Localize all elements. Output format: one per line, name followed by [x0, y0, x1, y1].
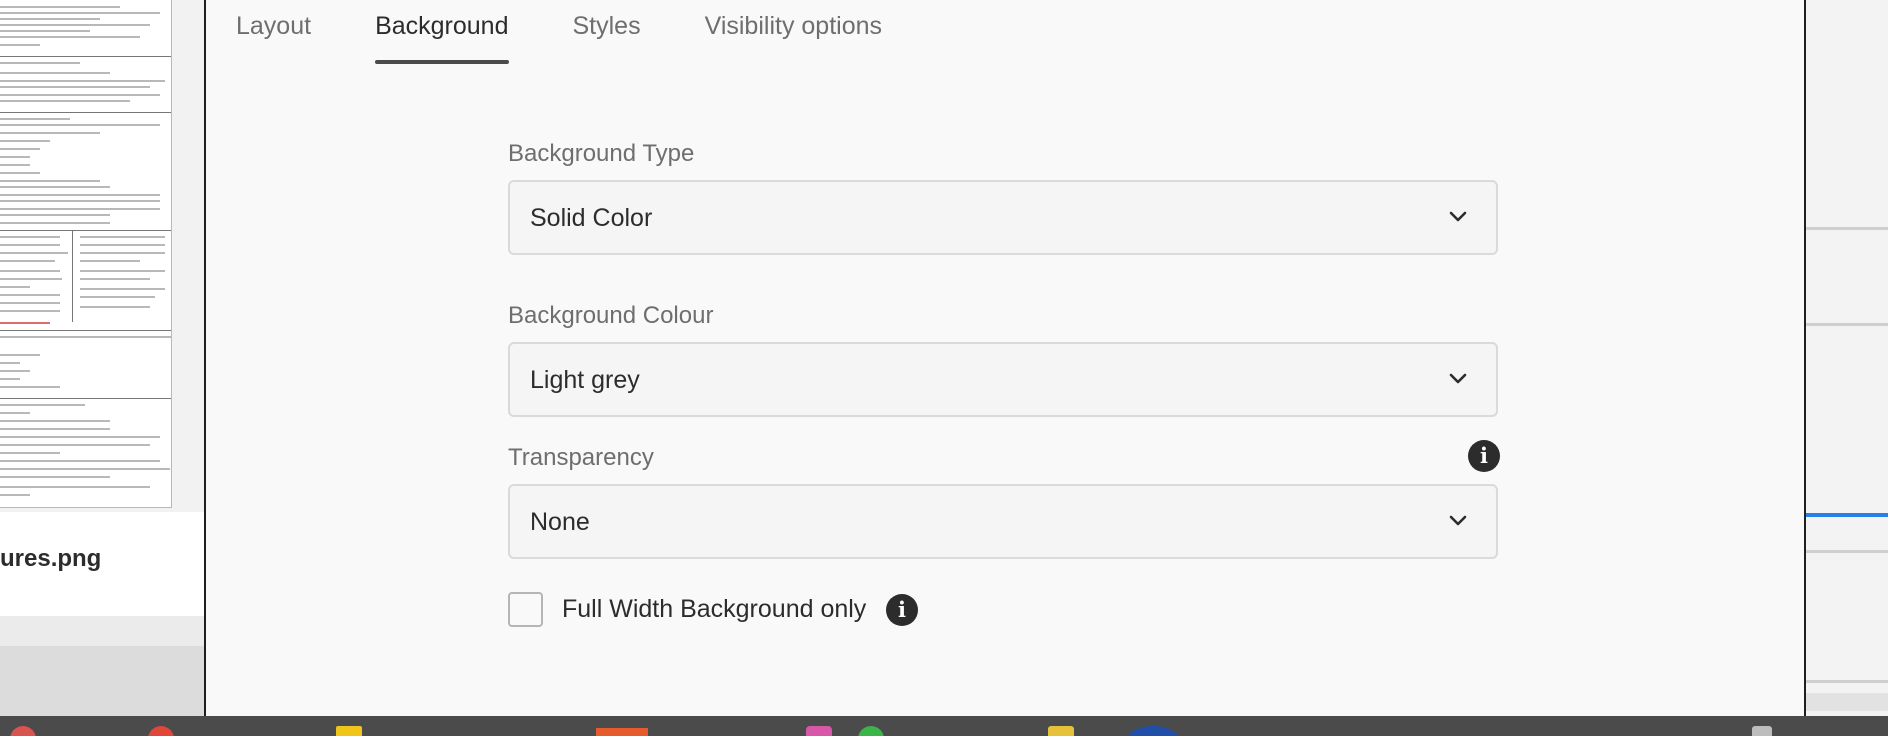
dock — [0, 716, 1888, 736]
tab-bar: Layout Background Styles Visibility opti… — [236, 0, 946, 66]
tab-visibility-options[interactable]: Visibility options — [705, 0, 882, 64]
dock-app-icon[interactable] — [806, 726, 832, 736]
dock-app-icon[interactable] — [148, 726, 174, 736]
tab-background[interactable]: Background — [375, 0, 509, 64]
chevron-down-icon — [1449, 211, 1467, 222]
divider — [1806, 323, 1888, 326]
scrollbar[interactable] — [1806, 693, 1888, 711]
chevron-down-icon — [1449, 373, 1467, 384]
background-colour-label: Background Colour — [508, 302, 714, 329]
dock-app-icon[interactable] — [1126, 726, 1180, 736]
full-width-background-label[interactable]: Full Width Background only — [562, 595, 866, 624]
background-type-select[interactable]: Solid Color — [508, 180, 1498, 255]
background-settings-dialog: Layout Background Styles Visibility opti… — [204, 0, 1806, 716]
divider — [1806, 550, 1888, 553]
dock-app-icon[interactable] — [1048, 726, 1074, 736]
dock-app-icon[interactable] — [858, 726, 884, 736]
tab-layout[interactable]: Layout — [236, 0, 311, 64]
transparency-value: None — [530, 508, 590, 536]
dock-app-icon[interactable] — [596, 728, 648, 736]
info-icon[interactable]: i — [1468, 440, 1500, 472]
background-document-panel: ures.png — [0, 0, 204, 716]
tab-styles[interactable]: Styles — [573, 0, 641, 64]
chevron-down-icon — [1449, 515, 1467, 526]
divider — [1806, 227, 1888, 230]
transparency-select[interactable]: None — [508, 484, 1498, 559]
info-icon[interactable]: i — [886, 594, 918, 626]
selection-indicator — [1806, 513, 1888, 517]
dock-app-icon[interactable] — [336, 726, 362, 736]
background-type-label: Background Type — [508, 140, 695, 167]
dock-app-icon[interactable] — [1752, 726, 1772, 736]
background-right-panel — [1806, 0, 1888, 716]
transparency-label: Transparency — [508, 444, 654, 471]
background-colour-select[interactable]: Light grey — [508, 342, 1498, 417]
document-thumbnail[interactable] — [0, 0, 172, 508]
background-colour-value: Light grey — [530, 366, 640, 394]
panel-footer-lower — [0, 646, 204, 716]
panel-footer — [0, 616, 204, 646]
background-type-value: Solid Color — [530, 204, 653, 232]
dock-app-icon[interactable] — [10, 726, 36, 736]
full-width-background-checkbox[interactable] — [508, 592, 543, 627]
divider — [1806, 680, 1888, 683]
file-name: ures.png — [0, 545, 102, 572]
